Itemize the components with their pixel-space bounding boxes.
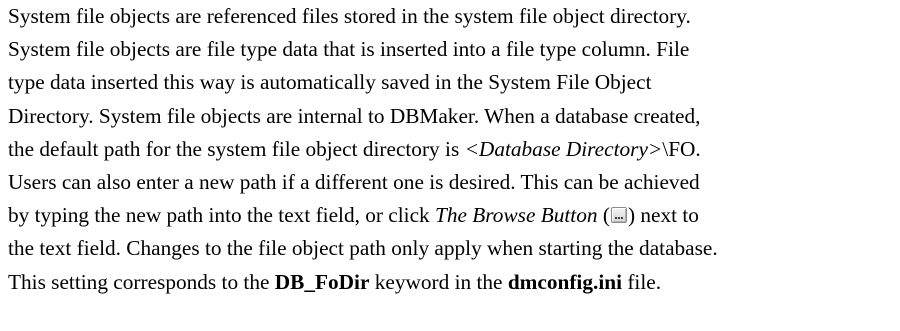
- database-directory-placeholder: <Database Directory>: [464, 136, 663, 161]
- browse-button-label: The Browse Button: [435, 203, 598, 228]
- paragraph-line-3: type data inserted this way is automatic…: [8, 70, 652, 95]
- paragraph-line-8: the text field. Changes to the file obje…: [8, 236, 718, 261]
- paragraph-line-7: by typing the new path into the text fie…: [8, 199, 896, 232]
- paragraph-line-4: Directory. System file objects are inter…: [8, 103, 701, 128]
- browse-ellipsis-icon[interactable]: [610, 207, 627, 224]
- paragraph-line-6: Users can also enter a new path if a dif…: [8, 169, 700, 194]
- line-9-tail: file.: [622, 269, 662, 294]
- line-9-text: This setting corresponds to the: [8, 269, 275, 294]
- line-5-text: the default path for the system file obj…: [8, 136, 465, 161]
- fo-suffix: \FO.: [662, 136, 701, 161]
- keyword-connector: keyword in the: [369, 269, 508, 294]
- paragraph-line-9: This setting corresponds to the DB_FoDir…: [8, 266, 896, 299]
- ellipsis-dots: [614, 217, 617, 220]
- open-paren: (: [597, 203, 610, 228]
- paragraph-line-2: System file objects are file type data t…: [8, 37, 690, 62]
- paragraph-line-5: the default path for the system file obj…: [8, 133, 896, 166]
- line-7-tail: ) next to: [627, 203, 699, 228]
- line-7-text: by typing the new path into the text fie…: [8, 203, 436, 228]
- document-body: System file objects are referenced files…: [8, 0, 896, 299]
- paragraph-line-1: System file objects are referenced files…: [8, 4, 691, 28]
- db-fodir-keyword: DB_FoDir: [274, 269, 370, 294]
- dmconfig-filename: dmconfig.ini: [507, 269, 623, 294]
